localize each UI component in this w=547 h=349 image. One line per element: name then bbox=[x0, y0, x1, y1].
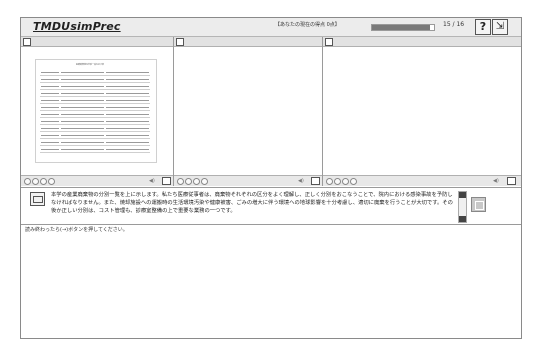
pause-icon[interactable] bbox=[40, 178, 47, 185]
panel-2-controls: ◀) bbox=[174, 175, 322, 186]
rewind-icon[interactable] bbox=[326, 178, 333, 185]
progress-text: 15 / 16 bbox=[443, 21, 465, 28]
panel-3-icon[interactable] bbox=[325, 38, 333, 46]
panel-3: ◀) bbox=[323, 37, 521, 186]
panel-1-icon[interactable] bbox=[23, 38, 31, 46]
expand-icon[interactable] bbox=[162, 177, 171, 185]
panel-2-icon[interactable] bbox=[176, 38, 184, 46]
panel-2: ◀) bbox=[174, 37, 323, 186]
pause-icon[interactable] bbox=[342, 178, 349, 185]
volume-icon[interactable]: ◀) bbox=[298, 178, 304, 184]
narration-area: 本学の産業廃棄物の分別一覧を上に示します。私たち医療従事者は、廃棄物それぞれの区… bbox=[21, 187, 521, 225]
instruction-text: 読み終わったら(→)ボタンを押してください。 bbox=[25, 227, 128, 233]
document-thumbnail[interactable]: 医療廃棄物の分別一覧を示す表 bbox=[35, 59, 157, 163]
rewind-icon[interactable] bbox=[24, 178, 31, 185]
expand-icon[interactable] bbox=[507, 177, 516, 185]
exit-button[interactable]: ⇲ bbox=[492, 19, 508, 35]
expand-icon[interactable] bbox=[311, 177, 320, 185]
progress-fill bbox=[372, 25, 431, 30]
rewind-icon[interactable] bbox=[177, 178, 184, 185]
speaker-icon[interactable] bbox=[30, 192, 45, 206]
panel-1-header bbox=[21, 37, 173, 47]
narration-text: 本学の産業廃棄物の分別一覧を上に示します。私たち医療従事者は、廃棄物それぞれの区… bbox=[51, 192, 453, 214]
stop-icon[interactable] bbox=[48, 178, 55, 185]
volume-icon[interactable]: ◀) bbox=[149, 178, 155, 184]
progress-bar bbox=[371, 24, 435, 31]
panel-1: 医療廃棄物の分別一覧を示す表 ◀) bbox=[21, 37, 174, 186]
app-logo: TMDUsimPrec bbox=[33, 20, 121, 33]
play-icon[interactable] bbox=[32, 178, 39, 185]
document-table bbox=[40, 69, 150, 153]
score-label: 【あなたの現在の得点 0点】 bbox=[275, 22, 340, 28]
document-title: 医療廃棄物の分別一覧を示す表 bbox=[76, 64, 105, 66]
stop-icon[interactable] bbox=[350, 178, 357, 185]
help-button[interactable]: ? bbox=[475, 19, 491, 35]
app-window: TMDUsimPrec 【あなたの現在の得点 0点】 15 / 16 ? ⇲ 医… bbox=[20, 17, 522, 339]
scroll-up-icon[interactable] bbox=[459, 192, 466, 198]
panel-1-controls: ◀) bbox=[21, 175, 173, 186]
play-icon[interactable] bbox=[185, 178, 192, 185]
panel-3-controls: ◀) bbox=[323, 175, 521, 186]
pause-icon[interactable] bbox=[193, 178, 200, 185]
narration-scrollbar[interactable] bbox=[458, 191, 467, 223]
panel-2-header bbox=[174, 37, 322, 47]
volume-icon[interactable]: ◀) bbox=[493, 178, 499, 184]
panel-3-header bbox=[323, 37, 521, 47]
stop-icon[interactable] bbox=[201, 178, 208, 185]
header-bar: TMDUsimPrec 【あなたの現在の得点 0点】 15 / 16 ? ⇲ bbox=[21, 18, 521, 37]
play-icon[interactable] bbox=[334, 178, 341, 185]
scroll-down-icon[interactable] bbox=[459, 216, 466, 222]
next-button[interactable] bbox=[471, 197, 486, 212]
